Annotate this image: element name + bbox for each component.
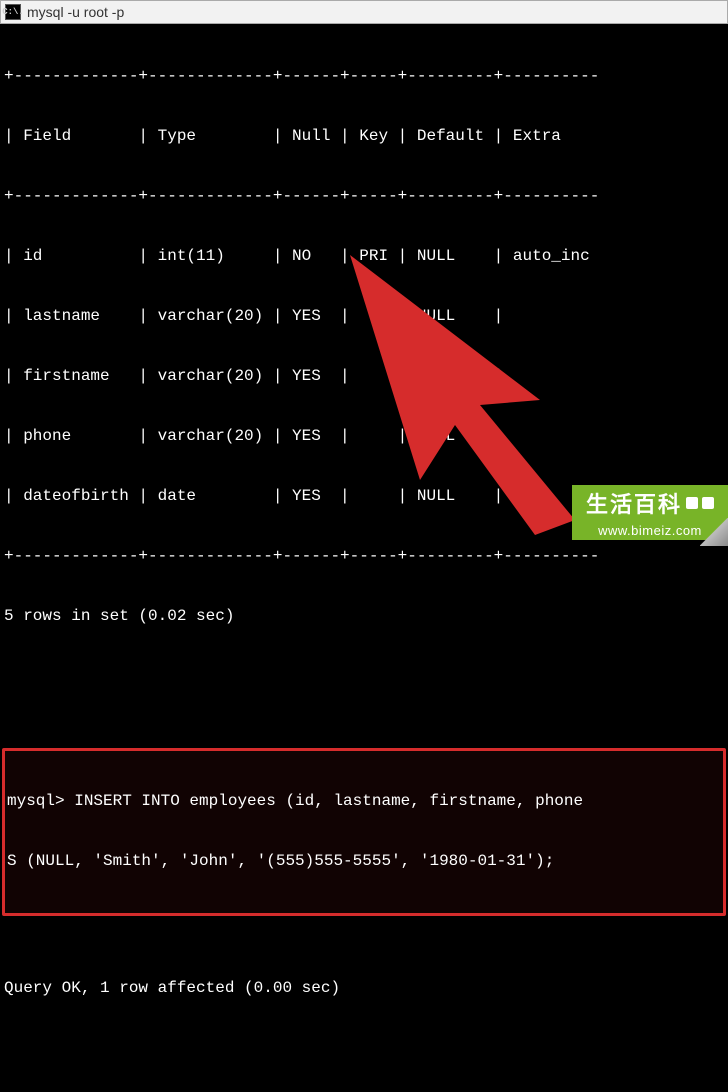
query-ok-line: Query OK, 1 row affected (0.00 sec): [4, 978, 724, 998]
table-row: | phone | varchar(20) | YES | | NULL |: [4, 426, 724, 446]
console-icon-label: C:\.: [2, 7, 24, 17]
watermark-brand-row: 生活百科: [572, 485, 728, 521]
blank-line: [4, 1038, 724, 1058]
table-border-top: +-------------+-------------+------+----…: [4, 66, 724, 86]
window-title: mysql -u root -p: [27, 4, 124, 20]
insert-line-2: S (NULL, 'Smith', 'John', '(555)555-5555…: [7, 851, 721, 871]
table-border-bottom: +-------------+-------------+------+----…: [4, 546, 724, 566]
insert-line-1: mysql> INSERT INTO employees (id, lastna…: [7, 791, 721, 811]
blank-line: [4, 666, 724, 686]
table-row: | id | int(11) | NO | PRI | NULL | auto_…: [4, 246, 724, 266]
rows-in-set: 5 rows in set (0.02 sec): [4, 606, 724, 626]
table-row: | firstname | varchar(20) | YES | | NULL…: [4, 366, 724, 386]
table-header: | Field | Type | Null | Key | Default | …: [4, 126, 724, 146]
table-row: | lastname | varchar(20) | YES | | NULL …: [4, 306, 724, 326]
highlighted-insert-command: mysql> INSERT INTO employees (id, lastna…: [2, 748, 726, 916]
table-border-mid: +-------------+-------------+------+----…: [4, 186, 724, 206]
terminal-output[interactable]: +-------------+-------------+------+----…: [0, 24, 728, 1092]
watermark-square-icon: [702, 497, 714, 509]
watermark-brand: 生活百科: [586, 487, 682, 519]
page-corner-fold: [700, 518, 728, 546]
window-titlebar[interactable]: C:\. mysql -u root -p: [0, 0, 728, 24]
console-icon: C:\.: [5, 4, 21, 20]
watermark-square-icon: [686, 497, 698, 509]
